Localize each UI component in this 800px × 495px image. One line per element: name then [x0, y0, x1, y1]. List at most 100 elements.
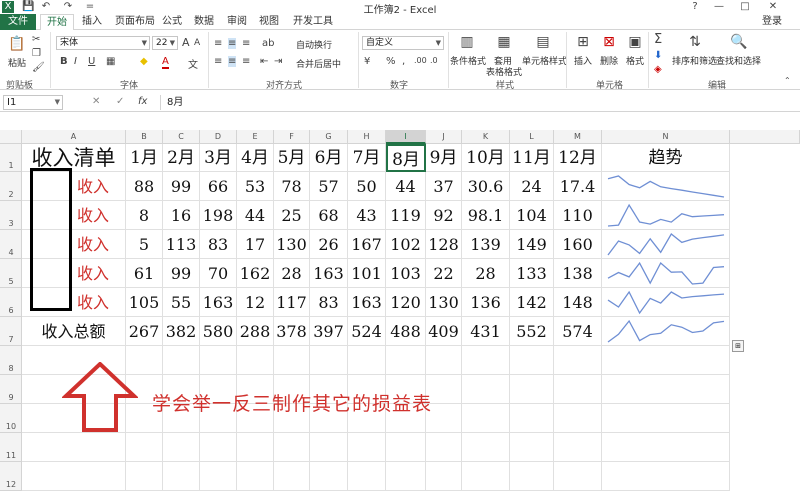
cell[interactable]	[554, 433, 602, 462]
column-header-i[interactable]: I	[386, 130, 426, 144]
name-box[interactable]: I1 ▼	[3, 95, 63, 110]
value-cell[interactable]: 149	[510, 230, 554, 259]
row-header-11[interactable]: 11	[0, 433, 22, 462]
sort-filter-icon[interactable]: ⇅	[684, 32, 706, 52]
cell[interactable]	[510, 462, 554, 491]
cell[interactable]	[554, 346, 602, 375]
row-header-10[interactable]: 10	[0, 404, 22, 433]
value-cell[interactable]: 12	[237, 288, 274, 317]
tab-insert[interactable]: 插入	[82, 14, 102, 30]
find-select-icon[interactable]: 🔍	[728, 32, 750, 52]
value-cell[interactable]: 30.6	[462, 172, 510, 201]
month-header-cell[interactable]: 4月	[237, 144, 274, 172]
value-cell[interactable]: 119	[386, 201, 426, 230]
cell[interactable]	[554, 375, 602, 404]
bold-button[interactable]: B	[60, 56, 68, 67]
value-cell[interactable]: 44	[237, 201, 274, 230]
month-header-cell[interactable]: 7月	[348, 144, 386, 172]
cell[interactable]	[163, 433, 200, 462]
value-cell[interactable]: 142	[510, 288, 554, 317]
cell[interactable]	[510, 433, 554, 462]
month-header-cell[interactable]: 11月	[510, 144, 554, 172]
clear-icon[interactable]: ◈	[654, 64, 662, 75]
value-cell[interactable]: 50	[348, 172, 386, 201]
sparkline-cell[interactable]	[602, 317, 730, 346]
value-cell[interactable]: 99	[163, 259, 200, 288]
total-value-cell[interactable]: 288	[237, 317, 274, 346]
file-tab[interactable]: 文件	[0, 14, 36, 30]
cell[interactable]	[602, 346, 730, 375]
month-header-cell[interactable]: 10月	[462, 144, 510, 172]
row-header-5[interactable]: 5	[0, 259, 22, 288]
format-as-table-label2[interactable]: 表格格式	[486, 65, 522, 78]
cell[interactable]	[310, 462, 348, 491]
format-cells-button[interactable]: 格式	[626, 54, 644, 67]
total-value-cell[interactable]: 524	[348, 317, 386, 346]
column-header-a[interactable]: A	[22, 130, 126, 144]
value-cell[interactable]: 110	[554, 201, 602, 230]
total-value-cell[interactable]: 580	[200, 317, 237, 346]
value-cell[interactable]: 83	[200, 230, 237, 259]
column-header-d[interactable]: D	[200, 130, 237, 144]
value-cell[interactable]: 43	[348, 201, 386, 230]
value-cell[interactable]: 133	[510, 259, 554, 288]
insert-function-icon[interactable]: fx	[138, 96, 147, 107]
total-value-cell[interactable]: 552	[510, 317, 554, 346]
insert-cells-icon[interactable]: ⊞	[572, 32, 594, 52]
align-left-icon[interactable]: ≡	[214, 56, 222, 67]
trend-header-cell[interactable]: 趋势	[602, 144, 730, 172]
delete-cells-button[interactable]: 删除	[600, 54, 618, 67]
total-value-cell[interactable]: 267	[126, 317, 163, 346]
save-icon[interactable]: 💾	[22, 1, 34, 13]
decrease-decimal-icon[interactable]: .0	[430, 56, 438, 65]
grow-font-icon[interactable]: A	[182, 36, 190, 49]
cell[interactable]	[274, 433, 310, 462]
value-cell[interactable]: 88	[126, 172, 163, 201]
cell[interactable]	[348, 433, 386, 462]
value-cell[interactable]: 163	[200, 288, 237, 317]
row-header-9[interactable]: 9	[0, 375, 22, 404]
insert-cells-button[interactable]: 插入	[574, 54, 592, 67]
row-header-8[interactable]: 8	[0, 346, 22, 375]
month-header-cell[interactable]: 1月	[126, 144, 163, 172]
tab-review[interactable]: 审阅	[227, 14, 247, 30]
cell[interactable]	[462, 433, 510, 462]
fill-color-icon[interactable]: ◆	[140, 56, 148, 67]
column-header-k[interactable]: K	[462, 130, 510, 144]
delete-cells-icon[interactable]: ⊠	[598, 32, 620, 52]
value-cell[interactable]: 25	[274, 201, 310, 230]
value-cell[interactable]: 44	[386, 172, 426, 201]
value-cell[interactable]: 117	[274, 288, 310, 317]
column-header-e[interactable]: E	[237, 130, 274, 144]
cell[interactable]	[602, 462, 730, 491]
total-value-cell[interactable]: 488	[386, 317, 426, 346]
percent-button[interactable]: %	[386, 56, 396, 67]
column-header-g[interactable]: G	[310, 130, 348, 144]
value-cell[interactable]: 160	[554, 230, 602, 259]
sparkline-cell[interactable]	[602, 172, 730, 201]
column-header-h[interactable]: H	[348, 130, 386, 144]
cell[interactable]	[462, 346, 510, 375]
cell[interactable]	[462, 404, 510, 433]
cut-icon[interactable]: ✂	[32, 34, 40, 45]
italic-button[interactable]: I	[74, 56, 77, 67]
border-icon[interactable]: ▦	[106, 56, 115, 67]
value-cell[interactable]: 99	[163, 172, 200, 201]
value-cell[interactable]: 162	[237, 259, 274, 288]
conditional-format-button[interactable]: 条件格式	[450, 54, 486, 67]
row-header-12[interactable]: 12	[0, 462, 22, 491]
value-cell[interactable]: 26	[310, 230, 348, 259]
value-cell[interactable]: 198	[200, 201, 237, 230]
cell[interactable]	[554, 462, 602, 491]
value-cell[interactable]: 24	[510, 172, 554, 201]
value-cell[interactable]: 101	[348, 259, 386, 288]
value-cell[interactable]: 17	[237, 230, 274, 259]
cell[interactable]	[237, 346, 274, 375]
cell[interactable]	[22, 433, 126, 462]
cell[interactable]	[510, 346, 554, 375]
tab-data[interactable]: 数据	[194, 14, 214, 30]
sparkline-cell[interactable]	[602, 230, 730, 259]
column-header-m[interactable]: M	[554, 130, 602, 144]
cell[interactable]	[386, 346, 426, 375]
month-header-cell[interactable]: 3月	[200, 144, 237, 172]
